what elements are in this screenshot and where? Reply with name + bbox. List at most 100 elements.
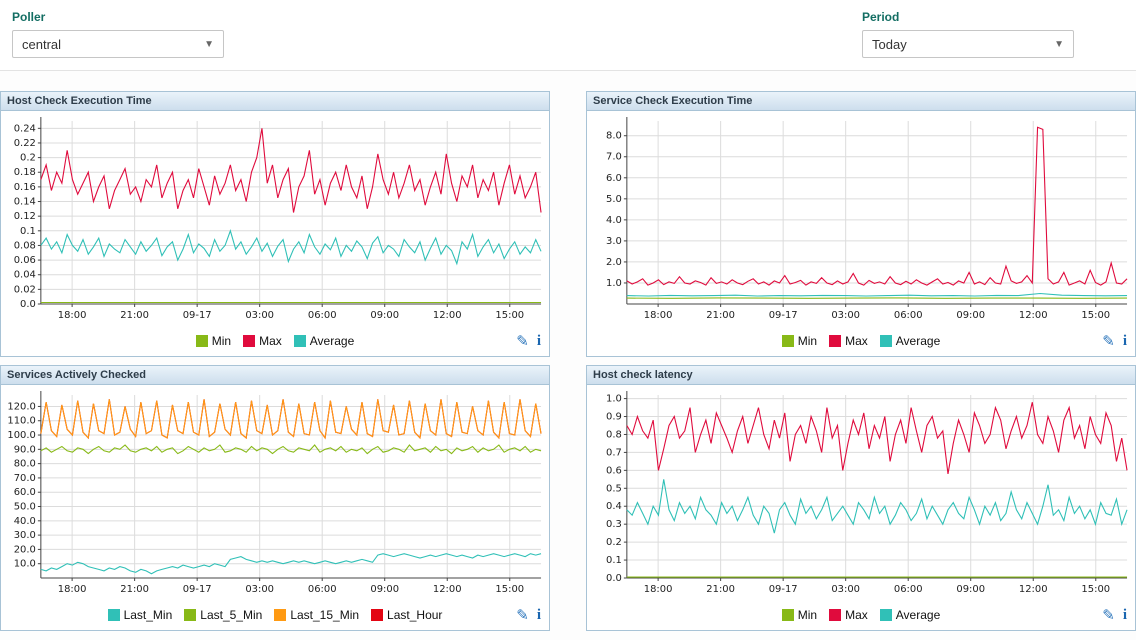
panel-footer: Min Max Average ✎ i	[1, 326, 549, 356]
svg-text:100.0: 100.0	[7, 430, 35, 441]
svg-text:0.04: 0.04	[14, 270, 36, 281]
legend-swatch	[829, 335, 841, 347]
legend-item-max[interactable]: Max	[243, 334, 282, 348]
legend-swatch	[294, 335, 306, 347]
legend-item-last-5-min[interactable]: Last_5_Min	[184, 608, 262, 622]
svg-text:0.06: 0.06	[14, 255, 36, 266]
legend-item-last-hour[interactable]: Last_Hour	[371, 608, 442, 622]
svg-text:1.0: 1.0	[606, 394, 622, 405]
edit-icon[interactable]: ✎	[1102, 332, 1115, 350]
legend-item-average[interactable]: Average	[294, 334, 354, 348]
svg-text:8.0: 8.0	[606, 131, 622, 142]
svg-text:0.3: 0.3	[606, 519, 622, 530]
svg-text:09-17: 09-17	[183, 584, 212, 595]
legend-label: Average	[896, 334, 940, 348]
svg-text:70.0: 70.0	[14, 473, 36, 484]
edit-icon[interactable]: ✎	[516, 606, 529, 624]
svg-text:12:00: 12:00	[1019, 310, 1048, 321]
chevron-down-icon: ▼	[1054, 39, 1064, 50]
chart-host-check-execution-time[interactable]: 0.00.020.040.060.080.10.120.140.160.180.…	[1, 111, 549, 326]
poller-selected-value: central	[22, 37, 61, 52]
svg-text:3.0: 3.0	[606, 236, 622, 247]
legend-item-min[interactable]: Min	[782, 608, 817, 622]
svg-text:0.0: 0.0	[20, 299, 36, 310]
legend-swatch	[108, 609, 120, 621]
svg-text:21:00: 21:00	[120, 584, 149, 595]
legend-label: Max	[845, 334, 868, 348]
svg-text:4.0: 4.0	[606, 215, 622, 226]
svg-text:6.0: 6.0	[606, 173, 622, 184]
svg-text:0.1: 0.1	[20, 226, 36, 237]
panel-icons: ✎ i	[1102, 600, 1127, 630]
legend-label: Last_Min	[124, 608, 173, 622]
legend-swatch	[880, 609, 892, 621]
svg-text:18:00: 18:00	[644, 310, 673, 321]
legend-item-min[interactable]: Min	[196, 334, 231, 348]
svg-text:0.08: 0.08	[14, 240, 36, 251]
chevron-down-icon: ▼	[204, 39, 214, 50]
svg-text:09:00: 09:00	[956, 584, 985, 595]
info-icon[interactable]: i	[1123, 333, 1127, 350]
legend: Min Max Average	[196, 334, 355, 348]
chart-service-check-execution-time[interactable]: 1.02.03.04.05.06.07.08.018:0021:0009-170…	[587, 111, 1135, 326]
legend-swatch	[243, 335, 255, 347]
legend-swatch	[782, 335, 794, 347]
legend-label: Last_15_Min	[290, 608, 359, 622]
panel-icons: ✎ i	[516, 326, 541, 356]
svg-text:06:00: 06:00	[894, 584, 923, 595]
svg-text:03:00: 03:00	[831, 310, 860, 321]
panel-footer: Min Max Average ✎ i	[587, 326, 1135, 356]
legend-label: Max	[845, 608, 868, 622]
svg-text:18:00: 18:00	[58, 584, 87, 595]
legend-swatch	[274, 609, 286, 621]
svg-text:0.0: 0.0	[606, 573, 622, 584]
info-icon[interactable]: i	[537, 333, 541, 350]
chart-area: 10.020.030.040.050.060.070.080.090.0100.…	[1, 385, 549, 600]
panel-title: Service Check Execution Time	[587, 92, 1135, 111]
svg-text:15:00: 15:00	[495, 310, 524, 321]
info-icon[interactable]: i	[1123, 607, 1127, 624]
chart-host-check-latency[interactable]: 0.00.10.20.30.40.50.60.70.80.91.018:0021…	[587, 385, 1135, 600]
svg-text:09:00: 09:00	[370, 584, 399, 595]
edit-icon[interactable]: ✎	[516, 332, 529, 350]
legend-item-min[interactable]: Min	[782, 334, 817, 348]
svg-text:03:00: 03:00	[831, 584, 860, 595]
chart-services-actively-checked[interactable]: 10.020.030.040.050.060.070.080.090.0100.…	[1, 385, 549, 600]
legend: Min Max Average	[782, 608, 941, 622]
legend-label: Min	[798, 608, 817, 622]
svg-text:120.0: 120.0	[7, 401, 35, 412]
legend-swatch	[880, 335, 892, 347]
legend-item-last-15-min[interactable]: Last_15_Min	[274, 608, 359, 622]
edit-icon[interactable]: ✎	[1102, 606, 1115, 624]
charts-grid: Host Check Execution Time 0.00.020.040.0…	[0, 91, 1136, 631]
legend-swatch	[196, 335, 208, 347]
svg-text:20.0: 20.0	[14, 544, 36, 555]
svg-text:0.7: 0.7	[606, 447, 622, 458]
info-icon[interactable]: i	[537, 607, 541, 624]
legend-swatch	[782, 609, 794, 621]
svg-text:0.22: 0.22	[14, 138, 36, 149]
legend-item-max[interactable]: Max	[829, 608, 868, 622]
legend-item-average[interactable]: Average	[880, 334, 940, 348]
poller-select[interactable]: central ▼	[12, 30, 224, 58]
legend-label: Average	[310, 334, 354, 348]
legend-swatch	[184, 609, 196, 621]
svg-text:06:00: 06:00	[308, 310, 337, 321]
legend-label: Average	[896, 608, 940, 622]
period-filter-group: Period Today ▼	[862, 10, 1074, 58]
legend-item-max[interactable]: Max	[829, 334, 868, 348]
period-label: Period	[862, 10, 1074, 24]
period-select[interactable]: Today ▼	[862, 30, 1074, 58]
svg-text:60.0: 60.0	[14, 487, 36, 498]
svg-text:0.9: 0.9	[606, 412, 622, 423]
svg-text:15:00: 15:00	[1081, 310, 1110, 321]
legend-item-last-min[interactable]: Last_Min	[108, 608, 173, 622]
svg-text:0.8: 0.8	[606, 429, 622, 440]
filter-bar: Poller central ▼ Period Today ▼	[0, 0, 1136, 71]
svg-text:0.02: 0.02	[14, 284, 36, 295]
legend-swatch	[829, 609, 841, 621]
svg-text:09-17: 09-17	[769, 310, 798, 321]
svg-text:21:00: 21:00	[706, 310, 735, 321]
legend-label: Min	[212, 334, 231, 348]
legend-item-average[interactable]: Average	[880, 608, 940, 622]
